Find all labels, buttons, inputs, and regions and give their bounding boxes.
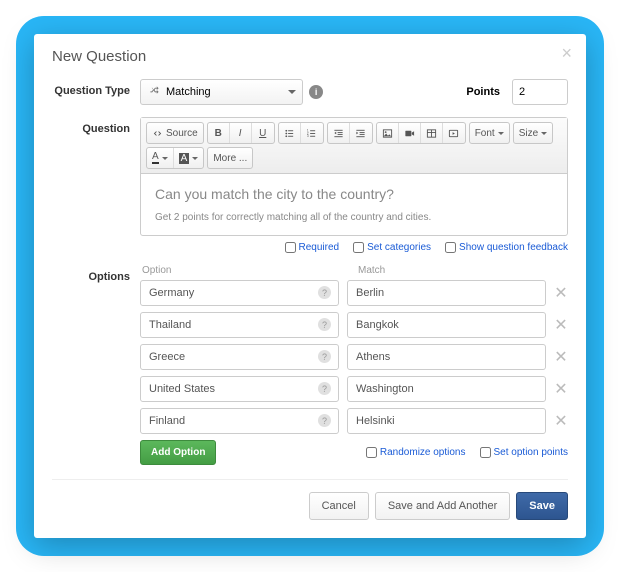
font-dropdown[interactable]: Font [470,123,509,143]
option-row: ?✕ [140,280,568,306]
help-icon[interactable]: ? [318,414,331,427]
editor-toolbar: Source B I U 123 [141,118,567,174]
help-icon[interactable]: ? [318,286,331,299]
remove-option-button[interactable]: ✕ [554,379,568,399]
question-type-value: Matching [166,86,211,98]
add-option-button[interactable]: Add Option [140,440,216,465]
size-dropdown[interactable]: Size [514,123,552,143]
option-input[interactable] [140,344,339,370]
option-row: ?✕ [140,312,568,338]
option-input[interactable] [140,408,339,434]
label-options: Options [52,265,140,283]
question-type-dropdown[interactable]: Matching [140,79,303,105]
option-input[interactable] [140,280,339,306]
source-button[interactable]: Source [147,123,203,143]
embed-button[interactable] [443,123,465,143]
match-input[interactable] [347,376,546,402]
save-button[interactable]: Save [516,492,568,520]
more-button[interactable]: More ... [208,148,252,168]
match-input[interactable] [347,280,546,306]
option-row: ?✕ [140,408,568,434]
option-row: ?✕ [140,376,568,402]
set-option-points-checkbox[interactable]: Set option points [480,447,569,458]
help-icon[interactable]: ? [318,350,331,363]
row-question: Question Source B I U 123 [52,117,568,253]
svg-text:3: 3 [307,134,309,138]
options-header: Option Match [140,265,568,276]
close-icon[interactable]: × [561,44,572,62]
outdent-button[interactable] [328,123,350,143]
options-footer: Add Option Randomize options Set option … [140,440,568,465]
save-add-another-button[interactable]: Save and Add Another [375,492,510,520]
shuffle-icon [149,85,160,99]
bg-color-button[interactable]: A [174,148,204,168]
label-question: Question [52,117,140,135]
show-feedback-checkbox[interactable]: Show question feedback [445,242,568,253]
image-button[interactable] [377,123,399,143]
video-button[interactable] [399,123,421,143]
cancel-button[interactable]: Cancel [309,492,369,520]
question-text: Can you match the city to the country? [155,186,553,202]
option-row: ?✕ [140,344,568,370]
options-list: ?✕?✕?✕?✕?✕ [140,280,568,434]
question-help-text: Get 2 points for correctly matching all … [155,212,553,223]
remove-option-button[interactable]: ✕ [554,315,568,335]
modal-new-question: × New Question Question Type Matching i … [34,34,586,538]
remove-option-button[interactable]: ✕ [554,411,568,431]
match-column-header: Match [358,265,385,276]
match-input[interactable] [347,312,546,338]
italic-button[interactable]: I [230,123,252,143]
info-icon[interactable]: i [309,85,323,99]
required-checkbox[interactable]: Required [285,242,340,253]
row-options: Options Option Match ?✕?✕?✕?✕?✕ Add Opti… [52,265,568,465]
points-input[interactable] [512,79,568,105]
randomize-options-checkbox[interactable]: Randomize options [366,447,466,458]
modal-title: New Question [52,48,568,65]
help-icon[interactable]: ? [318,318,331,331]
row-question-type: Question Type Matching i Points [52,79,568,105]
option-input[interactable] [140,312,339,338]
editor-content[interactable]: Can you match the city to the country? G… [141,174,567,235]
bold-button[interactable]: B [208,123,230,143]
page-frame: × New Question Question Type Matching i … [16,16,604,556]
rich-text-editor: Source B I U 123 [140,117,568,236]
option-input[interactable] [140,376,339,402]
label-question-type: Question Type [52,79,140,97]
number-list-button[interactable]: 123 [301,123,323,143]
help-icon[interactable]: ? [318,382,331,395]
underline-button[interactable]: U [252,123,274,143]
match-input[interactable] [347,344,546,370]
option-column-header: Option [140,265,358,276]
table-button[interactable] [421,123,443,143]
remove-option-button[interactable]: ✕ [554,347,568,367]
label-points: Points [466,86,500,98]
remove-option-button[interactable]: ✕ [554,283,568,303]
match-input[interactable] [347,408,546,434]
modal-footer: Cancel Save and Add Another Save [52,479,568,520]
text-color-button[interactable]: A [147,148,174,168]
set-categories-checkbox[interactable]: Set categories [353,242,431,253]
question-checkbox-row: Required Set categories Show question fe… [140,242,568,253]
indent-button[interactable] [350,123,372,143]
chevron-down-icon [288,90,296,94]
bullet-list-button[interactable] [279,123,301,143]
